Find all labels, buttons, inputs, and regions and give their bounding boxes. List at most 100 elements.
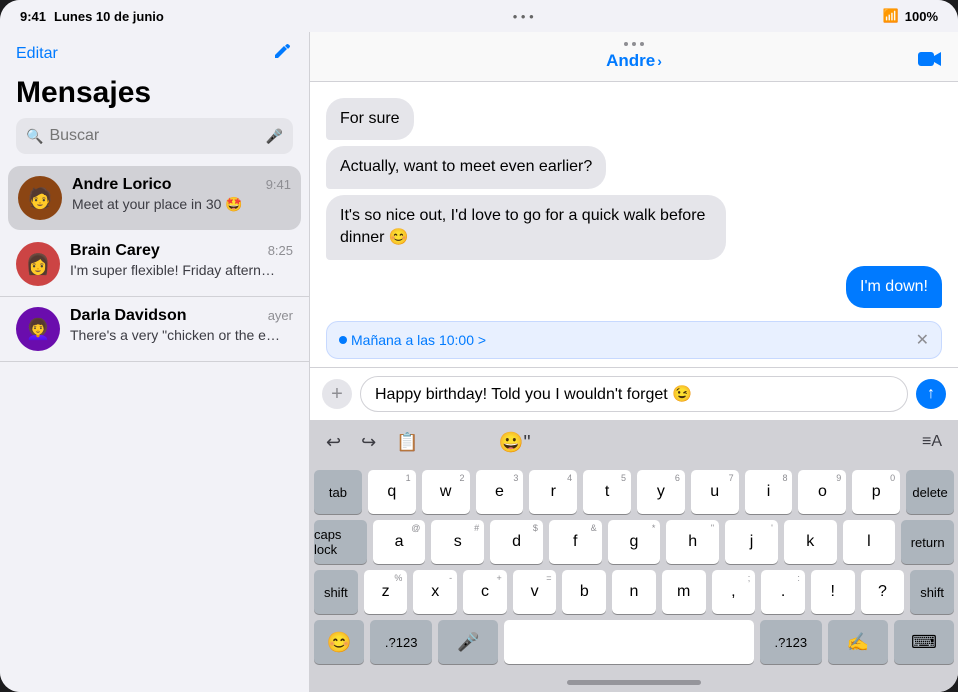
message-row-3: It's so nice out, I'd love to go for a q… — [326, 195, 942, 260]
header-dots — [624, 42, 644, 46]
key-h[interactable]: "h — [666, 520, 719, 564]
key-z[interactable]: %z — [364, 570, 408, 614]
key-o[interactable]: 9o — [798, 470, 846, 514]
redo-button[interactable]: ↪ — [361, 432, 376, 453]
message-bubble-4: I'm down! — [846, 266, 942, 308]
return-key[interactable]: return — [901, 520, 954, 564]
scribble-key[interactable]: ✍ — [828, 620, 888, 664]
keyboard-toolbar: ↩ ↪ 📋 😀" ≡A — [310, 420, 958, 464]
dot-3 — [640, 42, 644, 46]
conv-time-andre: 9:41 — [266, 177, 291, 192]
key-i[interactable]: 8i — [745, 470, 793, 514]
key-u[interactable]: 7u — [691, 470, 739, 514]
status-date: Lunes 10 de junio — [54, 9, 164, 24]
space-key[interactable] — [504, 620, 753, 664]
status-bar-center: • • • — [513, 9, 534, 24]
shift-left-key[interactable]: shift — [314, 570, 358, 614]
input-area: + ↑ — [310, 367, 958, 420]
search-input[interactable] — [49, 127, 259, 145]
format-button[interactable]: ≡A — [922, 433, 942, 451]
add-attachment-button[interactable]: + — [322, 379, 352, 409]
keyboard-dismiss-key[interactable]: ⌨ — [894, 620, 954, 664]
conversation-list: 🧑 Andre Lorico 9:41 Meet at your place i… — [0, 164, 309, 692]
edit-button[interactable]: Editar — [16, 45, 58, 63]
conv-time-darla: ayer — [268, 308, 293, 323]
message-bubble-2: Actually, want to meet even earlier? — [326, 146, 606, 188]
key-k[interactable]: k — [784, 520, 837, 564]
key-c[interactable]: +c — [463, 570, 507, 614]
key-n[interactable]: n — [612, 570, 656, 614]
emoji-keyboard-key[interactable]: 😊 — [314, 620, 364, 664]
avatar-emoji-andre: 🧑 — [28, 186, 53, 211]
key-q[interactable]: 1q — [368, 470, 416, 514]
key-y[interactable]: 6y — [637, 470, 685, 514]
key-comma[interactable]: ;, — [712, 570, 756, 614]
key-period[interactable]: :. — [761, 570, 805, 614]
key-j[interactable]: 'j — [725, 520, 778, 564]
search-bar[interactable]: 🔍 🎤 — [16, 118, 293, 154]
conversation-item-brain[interactable]: 👩 Brain Carey 8:25 I'm super flexible! F… — [0, 232, 309, 297]
clipboard-button[interactable]: 📋 — [396, 432, 418, 453]
message-input[interactable] — [360, 376, 908, 412]
key-row-2: caps lock @a #s $d &f *g "h 'j k l retur… — [314, 520, 954, 564]
conv-info-brain: Brain Carey 8:25 I'm super flexible! Fri… — [70, 242, 293, 278]
conversation-item-darla[interactable]: 👩‍🦱 Darla Davidson ayer There's a very "… — [0, 297, 309, 362]
shift-right-key[interactable]: shift — [910, 570, 954, 614]
scheduled-banner: Mañana a las 10:00 > ✕ — [326, 321, 942, 359]
status-bar-right: 📶 100% — [883, 8, 938, 24]
conv-name-brain: Brain Carey — [70, 242, 160, 260]
key-v[interactable]: =v — [513, 570, 557, 614]
numpad-key-right[interactable]: .?123 — [760, 620, 822, 664]
key-t[interactable]: 5t — [583, 470, 631, 514]
key-l[interactable]: l — [843, 520, 896, 564]
key-question[interactable]: ? — [861, 570, 905, 614]
key-w[interactable]: 2w — [422, 470, 470, 514]
scheduled-label: Mañana a las 10:00 > — [351, 332, 486, 348]
key-row-1: tab 1q 2w 3e 4r 5t 6y 7u 8i 9o 0p delete — [314, 470, 954, 514]
chat-contact-name[interactable]: Andre › — [606, 51, 662, 71]
search-icon: 🔍 — [26, 128, 43, 145]
home-bar — [567, 680, 701, 685]
key-exclaim[interactable]: ! — [811, 570, 855, 614]
key-row-3: shift %z -x +c =v b n m ;, :. ! ? shift — [314, 570, 954, 614]
key-a[interactable]: @a — [373, 520, 426, 564]
compose-button[interactable] — [271, 40, 293, 68]
tab-key[interactable]: tab — [314, 470, 362, 514]
caps-lock-key[interactable]: caps lock — [314, 520, 367, 564]
status-bar: 9:41 Lunes 10 de junio • • • 📶 100% — [0, 0, 958, 32]
conv-preview-brain: I'm super flexible! Friday afternoon or … — [70, 262, 280, 278]
delete-key[interactable]: delete — [906, 470, 954, 514]
conv-info-andre: Andre Lorico 9:41 Meet at your place in … — [72, 176, 291, 213]
key-g[interactable]: *g — [608, 520, 661, 564]
key-p[interactable]: 0p — [852, 470, 900, 514]
key-d[interactable]: $d — [490, 520, 543, 564]
message-row-1: For sure — [326, 98, 942, 140]
chat-messages: For sure Actually, want to meet even ear… — [310, 82, 958, 313]
message-row-4: I'm down! — [326, 266, 942, 308]
key-b[interactable]: b — [562, 570, 606, 614]
battery-icon: 100% — [905, 9, 938, 24]
key-x[interactable]: -x — [413, 570, 457, 614]
key-m[interactable]: m — [662, 570, 706, 614]
keyboard: tab 1q 2w 3e 4r 5t 6y 7u 8i 9o 0p delete… — [310, 464, 958, 672]
avatar-andre: 🧑 — [18, 176, 62, 220]
conv-name-row-brain: Brain Carey 8:25 — [70, 242, 293, 260]
key-f[interactable]: &f — [549, 520, 602, 564]
home-indicator — [310, 672, 958, 692]
dictation-key[interactable]: 🎤 — [438, 620, 498, 664]
status-dots: • • • — [513, 9, 534, 24]
conversation-item-andre[interactable]: 🧑 Andre Lorico 9:41 Meet at your place i… — [8, 166, 301, 230]
emoji-button[interactable]: 😀" — [499, 430, 531, 455]
key-e[interactable]: 3e — [476, 470, 524, 514]
chevron-right-icon: › — [657, 53, 662, 69]
key-s[interactable]: #s — [431, 520, 484, 564]
scheduled-close-button[interactable]: ✕ — [916, 330, 929, 350]
numpad-key-left[interactable]: .?123 — [370, 620, 432, 664]
send-button[interactable]: ↑ — [916, 379, 946, 409]
conv-name-row-andre: Andre Lorico 9:41 — [72, 176, 291, 194]
key-r[interactable]: 4r — [529, 470, 577, 514]
undo-button[interactable]: ↩ — [326, 432, 341, 453]
facetime-button[interactable] — [918, 48, 942, 74]
conv-preview-darla: There's a very "chicken or the egg" thin… — [70, 327, 280, 343]
scheduled-text[interactable]: Mañana a las 10:00 > — [339, 332, 486, 348]
